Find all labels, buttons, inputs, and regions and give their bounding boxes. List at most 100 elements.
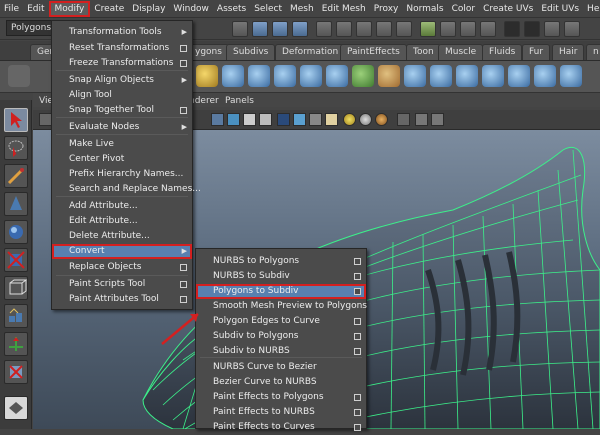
smooth-shade-icon[interactable]	[277, 113, 290, 126]
menu-window[interactable]: Window	[169, 1, 213, 17]
modify-menu-item-convert[interactable]: Convert ▶	[52, 244, 192, 259]
cleanup-icon[interactable]	[430, 65, 452, 87]
convert-menu-item-nurbs-to-subdiv[interactable]: NURBS to Subdiv	[196, 269, 366, 284]
split-polygon-icon[interactable]	[560, 65, 582, 87]
modify-menu-item-delete-attribute[interactable]: Delete Attribute...	[52, 229, 192, 244]
modify-menu-item-prefix-hierarchy-names[interactable]: Prefix Hierarchy Names...	[52, 167, 192, 182]
menu-edit-uvs[interactable]: Edit UVs	[537, 1, 583, 17]
all-lights-icon[interactable]	[359, 113, 372, 126]
shelf-tab-polygons[interactable]: ygons	[188, 44, 229, 60]
bool-union-icon[interactable]	[274, 65, 296, 87]
default-lighting-icon[interactable]	[343, 113, 356, 126]
shelf-tab-muscle[interactable]: Muscle	[438, 44, 484, 60]
rotate-tool-icon[interactable]	[4, 220, 28, 244]
convert-menu-item-polygon-edges-to-curve[interactable]: Polygon Edges to Curve	[196, 314, 366, 329]
convert-menu-item-bezier-curve-to-nurbs[interactable]: Bezier Curve to NURBS	[196, 375, 366, 390]
render-frame-icon[interactable]	[440, 21, 456, 37]
convert-menu-item-paint-effects-to-nurbs[interactable]: Paint Effects to NURBS	[196, 405, 366, 420]
panel-menu-renderer[interactable]: nderer	[189, 96, 219, 106]
separate-icon[interactable]	[222, 65, 244, 87]
high-quality-icon[interactable]	[415, 113, 428, 126]
snap-curve-icon[interactable]	[336, 21, 352, 37]
convert-menu-item-paint-effects-to-curves[interactable]: Paint Effects to Curves	[196, 420, 366, 435]
bool-intersection-icon[interactable]	[326, 65, 348, 87]
shelf-tab-subdivs[interactable]: Subdivs	[226, 44, 276, 60]
modify-menu-item-snap-align-objects[interactable]: Snap Align Objects ▶	[52, 73, 192, 88]
menu-mesh[interactable]: Mesh	[286, 1, 318, 17]
bool-difference-icon[interactable]	[300, 65, 322, 87]
manipulator-tool-icon[interactable]	[4, 276, 28, 300]
make-live-icon[interactable]	[396, 21, 412, 37]
shelf-tab-hair[interactable]: Hair	[552, 44, 585, 60]
menu-color[interactable]: Color	[448, 1, 480, 17]
option-box-icon[interactable]	[180, 281, 187, 288]
option-box-icon[interactable]	[354, 409, 361, 416]
modify-menu-item-snap-together-tool[interactable]: Snap Together Tool	[52, 103, 192, 118]
modify-menu-item-replace-objects[interactable]: Replace Objects	[52, 260, 192, 275]
reduce-icon[interactable]	[404, 65, 426, 87]
channel-box-toggle-icon[interactable]	[524, 21, 540, 37]
modify-menu-item-transformation-tools[interactable]: Transformation Tools ▶	[52, 25, 192, 40]
convert-menu-item-subdiv-to-polygons[interactable]: Subdiv to Polygons	[196, 329, 366, 344]
modify-menu-item-make-live[interactable]: Make Live	[52, 137, 192, 152]
modify-menu-item-edit-attribute[interactable]: Edit Attribute...	[52, 214, 192, 229]
option-box-icon[interactable]	[354, 333, 361, 340]
menu-edit-mesh[interactable]: Edit Mesh	[318, 1, 370, 17]
tool-settings-toggle-icon[interactable]	[564, 21, 580, 37]
menu-normals[interactable]: Normals	[402, 1, 447, 17]
triangulate-icon[interactable]	[456, 65, 478, 87]
select-tool-icon[interactable]	[4, 108, 28, 132]
snap-point-icon[interactable]	[356, 21, 372, 37]
option-box-icon[interactable]	[354, 394, 361, 401]
attribute-editor-toggle-icon[interactable]	[544, 21, 560, 37]
option-box-icon[interactable]	[180, 264, 187, 271]
render-settings-icon[interactable]	[480, 21, 496, 37]
snap-view-plane-icon[interactable]	[376, 21, 392, 37]
history-icon[interactable]	[420, 21, 436, 37]
option-box-icon[interactable]	[354, 288, 361, 295]
use-default-material-icon[interactable]	[325, 113, 338, 126]
modify-menu-item-paint-scripts-tool[interactable]: Paint Scripts Tool	[52, 277, 192, 292]
move-tool-icon[interactable]	[4, 192, 28, 216]
convert-menu-item-nurbs-to-polygons[interactable]: NURBS to Polygons	[196, 254, 366, 269]
option-box-icon[interactable]	[354, 318, 361, 325]
menu-edit[interactable]: Edit	[23, 1, 48, 17]
textured-icon[interactable]	[259, 113, 272, 126]
menu-select[interactable]: Select	[250, 1, 286, 17]
shelf-tab-fluids[interactable]: Fluids	[482, 44, 523, 60]
extract-icon[interactable]	[378, 65, 400, 87]
new-scene-icon[interactable]	[232, 21, 248, 37]
modify-menu-item-freeze-transformations[interactable]: Freeze Transformations	[52, 56, 192, 71]
paint-select-tool-icon[interactable]	[4, 164, 28, 188]
convert-menu-item-smooth-mesh-preview-to-polygons[interactable]: Smooth Mesh Preview to Polygons	[196, 299, 367, 314]
layout-single-pane-icon[interactable]	[4, 396, 28, 420]
select-by-hierarchy-icon[interactable]	[252, 21, 268, 37]
shelf-tab-toon[interactable]: Toon	[406, 44, 441, 60]
snap-grid-icon[interactable]	[316, 21, 332, 37]
last-tool-icon[interactable]	[4, 360, 28, 384]
option-box-icon[interactable]	[354, 424, 361, 431]
menu-create-uvs[interactable]: Create UVs	[479, 1, 537, 17]
combine-icon[interactable]	[196, 65, 218, 87]
show-manipulator-icon[interactable]	[4, 332, 28, 356]
shelf-tab-more[interactable]: n	[586, 44, 600, 60]
shelf-tab-deformation[interactable]: Deformation	[275, 44, 346, 60]
resolution-gate-icon[interactable]	[431, 113, 444, 126]
lasso-tool-icon[interactable]	[4, 136, 28, 160]
modify-menu-item-add-attribute[interactable]: Add Attribute...	[52, 199, 192, 214]
convert-menu-item-nurbs-curve-to-bezier[interactable]: NURBS Curve to Bezier	[196, 360, 366, 375]
ipr-render-icon[interactable]	[460, 21, 476, 37]
append-polygon-icon[interactable]	[534, 65, 556, 87]
flat-shade-icon[interactable]	[293, 113, 306, 126]
xray-icon[interactable]	[243, 113, 256, 126]
quadrangulate-icon[interactable]	[482, 65, 504, 87]
menu-file[interactable]: File	[0, 1, 23, 17]
modify-menu-item-reset-transformations[interactable]: Reset Transformations	[52, 41, 192, 56]
modify-menu-item-align-tool[interactable]: Align Tool	[52, 88, 192, 103]
select-by-component-icon[interactable]	[292, 21, 308, 37]
option-box-icon[interactable]	[180, 107, 187, 114]
shelf-tab-fur[interactable]: Fur	[522, 44, 551, 60]
grid-toggle-icon[interactable]	[211, 113, 224, 126]
scale-tool-icon[interactable]	[4, 248, 28, 272]
modify-menu-item-evaluate-nodes[interactable]: Evaluate Nodes ▶	[52, 120, 192, 135]
